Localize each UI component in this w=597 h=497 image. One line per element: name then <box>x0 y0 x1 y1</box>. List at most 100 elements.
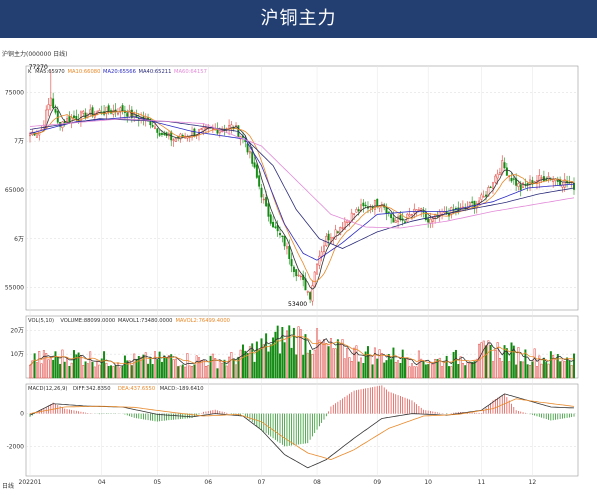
volume-bar <box>554 359 557 379</box>
candle-body <box>390 214 393 219</box>
x-tick-label: 06 <box>204 479 212 486</box>
volume-bar <box>559 361 562 379</box>
candle-body <box>218 130 221 134</box>
volume-bar <box>297 326 300 379</box>
candle-body <box>211 128 214 130</box>
candle-body <box>283 235 286 247</box>
volume-bar <box>52 359 55 379</box>
volume-bar <box>98 364 101 379</box>
volume-bar <box>468 363 471 379</box>
candle-body <box>408 214 411 217</box>
candle-body <box>468 202 471 206</box>
volume-legend-item: VOL(5,10) <box>28 318 54 324</box>
volume-bar <box>568 360 571 379</box>
volume-bar <box>350 361 353 379</box>
candle-body <box>84 112 87 119</box>
volume-bar <box>311 353 314 379</box>
volume-bar <box>246 352 249 379</box>
x-tick-label: 04 <box>98 479 106 486</box>
volume-y-tick: 20万 <box>10 327 24 334</box>
candle-body <box>334 229 337 240</box>
volume-bar <box>380 353 383 379</box>
volume-bar <box>566 357 569 379</box>
price-y-tick: 55000 <box>5 285 24 292</box>
volume-bar <box>524 349 527 379</box>
price-y-tick: 6万 <box>14 236 24 243</box>
volume-bar <box>353 347 356 379</box>
volume-bar <box>38 351 41 379</box>
volume-bar <box>33 353 36 379</box>
candle-body <box>251 151 254 164</box>
volume-bar <box>100 358 103 379</box>
volume-bar <box>283 342 286 379</box>
candle-body <box>297 274 300 277</box>
volume-bar <box>103 351 106 379</box>
macd-legend-item: MACD(12,26,9) <box>28 386 67 392</box>
volume-bar <box>272 337 275 379</box>
volume-bar <box>573 353 575 379</box>
volume-bar <box>492 361 494 379</box>
volume-bar <box>441 366 444 379</box>
candle-body <box>228 125 231 129</box>
volume-bar <box>163 355 166 379</box>
volume-bar <box>149 357 152 379</box>
volume-bar <box>367 346 369 379</box>
price-legend-item: K <box>28 69 32 75</box>
volume-bar <box>404 358 406 379</box>
volume-bar <box>522 361 525 379</box>
volume-bar <box>265 333 268 379</box>
candle-body <box>191 130 194 138</box>
volume-bar <box>399 362 402 379</box>
price-y-tick: 65000 <box>5 187 24 194</box>
volume-bar <box>302 354 305 379</box>
volume-bar <box>96 361 99 379</box>
volume-bar <box>84 361 87 379</box>
volume-bar <box>429 361 432 379</box>
volume-bar <box>121 365 124 379</box>
volume-bar <box>515 364 518 379</box>
volume-legend-item: VOLUME:88099.0000 <box>60 318 115 324</box>
volume-bar <box>378 349 381 379</box>
price-legend-item: MA20:65566 <box>103 69 136 75</box>
candle-body <box>172 139 175 141</box>
volume-bar <box>239 349 242 379</box>
volume-bar <box>373 347 376 379</box>
volume-bar <box>258 350 261 379</box>
candle-body <box>480 194 483 200</box>
volume-bar <box>538 355 541 379</box>
candle-body <box>353 213 356 215</box>
volume-bar <box>498 358 501 379</box>
volume-bar <box>473 361 476 379</box>
volume-bar <box>464 365 467 379</box>
volume-bar <box>119 367 122 379</box>
volume-bar <box>533 348 536 379</box>
volume-bar <box>79 355 82 379</box>
volume-bar <box>545 362 548 379</box>
macd-legend-item: DEA:437.6550 <box>118 386 155 392</box>
volume-bar <box>228 356 231 379</box>
volume-bar <box>110 365 112 379</box>
candle-body <box>260 187 263 198</box>
volume-bar <box>158 351 161 379</box>
candle-body <box>230 124 233 128</box>
candle-body <box>392 217 395 223</box>
volume-bar <box>70 362 73 379</box>
candle-body <box>341 227 344 229</box>
candle-body <box>417 209 420 211</box>
candle-body <box>272 221 275 228</box>
volume-bar <box>343 358 346 379</box>
futures-chart[interactable]: 沪铜主力(000000 日线) 750007万650006万5500077270… <box>0 48 597 493</box>
volume-bar <box>112 366 115 379</box>
candle-body <box>482 196 485 198</box>
volume-bar <box>260 338 263 379</box>
macd-legend-item: DIFF:342.8350 <box>73 386 111 392</box>
candle-body <box>323 245 325 252</box>
candle-body <box>355 209 358 213</box>
candle-body <box>295 269 298 277</box>
volume-bar <box>114 365 117 379</box>
volume-bar <box>494 350 497 379</box>
volume-bar <box>68 365 71 379</box>
candle-body <box>54 108 57 113</box>
macd-y-tick: 0 <box>20 411 24 418</box>
window-title: 沪铜主力(000000 日线) <box>2 50 68 58</box>
